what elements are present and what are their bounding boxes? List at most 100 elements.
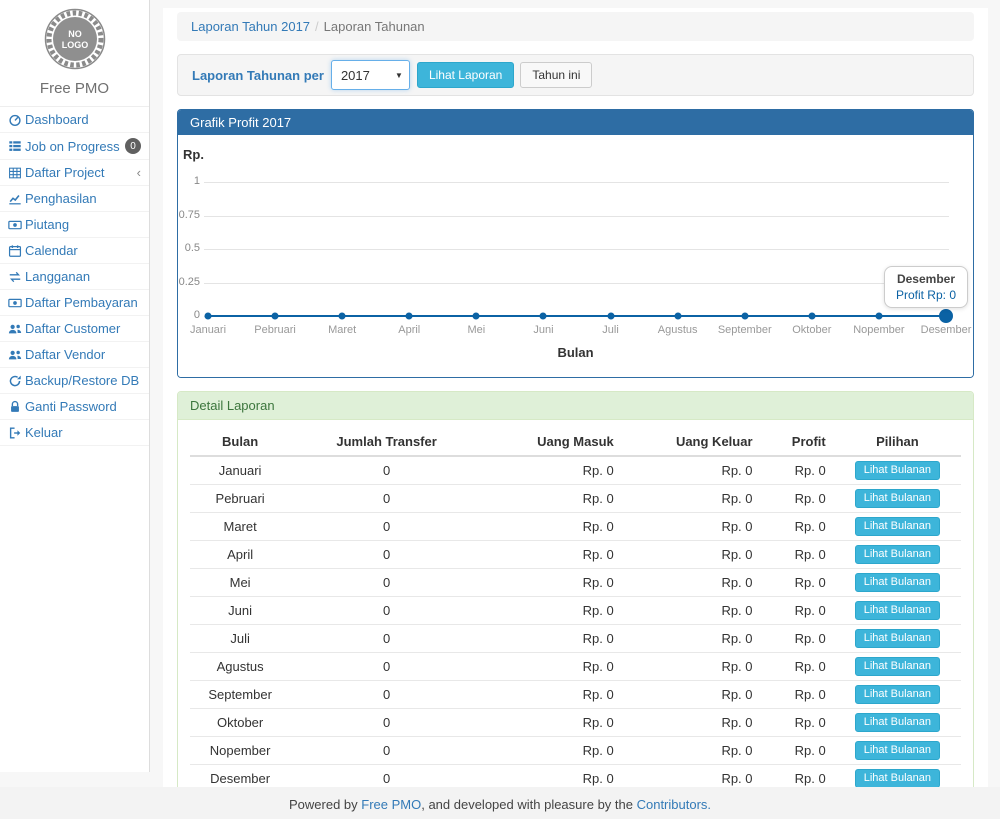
lihat-bulanan-button[interactable]: Lihat Bulanan [855,461,940,480]
cell-jumlah-transfer: 0 [290,513,483,541]
year-select[interactable]: 2017 ▼ [331,60,410,90]
lihat-bulanan-button[interactable]: Lihat Bulanan [855,489,940,508]
lihat-bulanan-button[interactable]: Lihat Bulanan [855,657,940,676]
cell-jumlah-transfer: 0 [290,709,483,737]
chart-point-juni[interactable] [540,313,547,320]
cell-profit: Rp. 0 [761,597,834,625]
cell-bulan: Maret [190,513,290,541]
cell-uang-masuk: Rp. 0 [483,485,622,513]
cell-profit: Rp. 0 [761,485,834,513]
lihat-bulanan-button[interactable]: Lihat Bulanan [855,713,940,732]
chart-point-desember[interactable] [939,309,953,323]
app-logo: NO LOGO [44,8,106,70]
cell-uang-keluar: Rp. 0 [622,456,761,485]
app-page: NO LOGO Free PMO DashboardJob on Progres… [0,0,1000,819]
sidebar-item-daftar-customer[interactable]: Daftar Customer [0,316,149,342]
col-header-pilihan: Pilihan [834,428,961,456]
cell-jumlah-transfer: 0 [290,653,483,681]
footer-link-free-pmo[interactable]: Free PMO [361,797,421,812]
sidebar-item-langganan[interactable]: Langganan [0,264,149,290]
breadcrumb-link[interactable]: Laporan Tahun 2017 [191,19,310,34]
detail-laporan-panel: Detail Laporan Bulan Jumlah Transfer Uan… [177,391,974,819]
tahun-ini-button[interactable]: Tahun ini [520,62,592,88]
chart-ytick-label: 0 [178,309,200,321]
cell-pilihan: Lihat Bulanan [834,456,961,485]
app-name: Free PMO [0,80,149,97]
cell-profit: Rp. 0 [761,681,834,709]
sidebar-item-daftar-project[interactable]: Daftar Project‹ [0,160,149,186]
sidebar-item-calendar[interactable]: Calendar [0,238,149,264]
chart-ytick-label: 0.25 [178,276,200,288]
chart-point-pebruari[interactable] [272,313,279,320]
sidebar-item-daftar-vendor[interactable]: Daftar Vendor [0,342,149,368]
cell-profit: Rp. 0 [761,653,834,681]
lihat-bulanan-button[interactable]: Lihat Bulanan [855,769,940,788]
chart-gridline [204,182,949,183]
logo-text-line1: NO [68,29,82,39]
lihat-bulanan-button[interactable]: Lihat Bulanan [855,573,940,592]
sidebar-item-label: Keluar [25,425,63,440]
chart-xtick-label: April [372,324,446,336]
lihat-bulanan-button[interactable]: Lihat Bulanan [855,517,940,536]
chart-point-oktober[interactable] [808,313,815,320]
cell-bulan: Mei [190,569,290,597]
lihat-bulanan-button[interactable]: Lihat Bulanan [855,601,940,620]
chart-point-mei[interactable] [473,313,480,320]
users-icon [8,348,25,362]
sidebar-item-dashboard[interactable]: Dashboard [0,107,149,133]
detail-laporan-body: Bulan Jumlah Transfer Uang Masuk Uang Ke… [178,420,973,819]
footer-link-contributors[interactable]: Contributors. [637,797,711,812]
cell-jumlah-transfer: 0 [290,541,483,569]
cell-profit: Rp. 0 [761,625,834,653]
cell-profit: Rp. 0 [761,456,834,485]
chart-point-agustus[interactable] [674,313,681,320]
chart-xtick-label: September [708,324,782,336]
chevron-left-icon: ‹ [137,168,141,178]
sidebar-item-label: Langganan [25,269,90,284]
table-row-nopember: Nopember0Rp. 0Rp. 0Rp. 0Lihat Bulanan [190,737,961,765]
chart-xtick-label: Mei [439,324,513,336]
chart-point-maret[interactable] [339,313,346,320]
lihat-bulanan-button[interactable]: Lihat Bulanan [855,545,940,564]
sidebar-item-keluar[interactable]: Keluar [0,420,149,446]
chart-point-januari[interactable] [205,313,212,320]
cell-pilihan: Lihat Bulanan [834,681,961,709]
sidebar-item-daftar-pembayaran[interactable]: Daftar Pembayaran [0,290,149,316]
logo-area: NO LOGO Free PMO [0,0,149,106]
col-header-jumlah-transfer: Jumlah Transfer [290,428,483,456]
refresh-icon [8,374,25,388]
sidebar-item-backup-restore-db[interactable]: Backup/Restore DB [0,368,149,394]
cell-profit: Rp. 0 [761,737,834,765]
chart-point-nopember[interactable] [875,313,882,320]
sidebar-item-ganti-password[interactable]: Ganti Password [0,394,149,420]
table-icon [8,166,25,180]
chart-xtick-label: Juni [506,324,580,336]
cell-pilihan: Lihat Bulanan [834,625,961,653]
sidebar-item-penghasilan[interactable]: Penghasilan [0,186,149,212]
footer-text-prefix: Powered by [289,797,361,812]
chart-point-september[interactable] [741,313,748,320]
sidebar-item-piutang[interactable]: Piutang [0,212,149,238]
cell-pilihan: Lihat Bulanan [834,709,961,737]
sidebar-item-job-on-progress[interactable]: Job on Progress0 [0,133,149,160]
cell-bulan: Oktober [190,709,290,737]
detail-laporan-panel-title: Detail Laporan [178,392,973,420]
lihat-bulanan-button[interactable]: Lihat Bulanan [855,741,940,760]
cell-bulan: September [190,681,290,709]
lihat-bulanan-button[interactable]: Lihat Bulanan [855,629,940,648]
lihat-bulanan-button[interactable]: Lihat Bulanan [855,685,940,704]
breadcrumb: Laporan Tahun 2017/Laporan Tahunan [177,12,974,41]
year-select-value: 2017 [341,68,370,83]
chart-point-juli[interactable] [607,313,614,320]
table-row-september: September0Rp. 0Rp. 0Rp. 0Lihat Bulanan [190,681,961,709]
cell-pilihan: Lihat Bulanan [834,541,961,569]
sidebar-item-label: Daftar Customer [25,321,120,336]
cell-jumlah-transfer: 0 [290,625,483,653]
table-row-oktober: Oktober0Rp. 0Rp. 0Rp. 0Lihat Bulanan [190,709,961,737]
sidebar: NO LOGO Free PMO DashboardJob on Progres… [0,0,150,772]
lihat-laporan-button[interactable]: Lihat Laporan [417,62,514,88]
chart-point-april[interactable] [406,313,413,320]
chart-xtick-label: Nopember [842,324,916,336]
chart-xtick-label: Maret [305,324,379,336]
cell-pilihan: Lihat Bulanan [834,597,961,625]
